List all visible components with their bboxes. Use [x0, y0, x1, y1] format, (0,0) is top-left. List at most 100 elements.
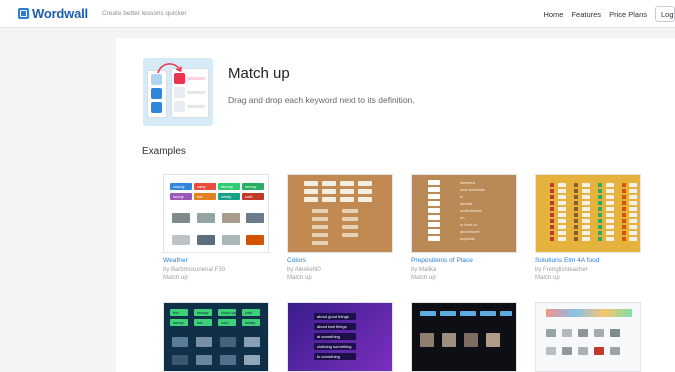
dark-chip — [460, 311, 476, 316]
food-column — [558, 183, 566, 243]
purple-chip: about bad things — [314, 323, 356, 330]
example-type: Match up — [163, 275, 188, 281]
color-word — [312, 209, 328, 213]
example-thumbnail-neon[interactable]: hot snowy cloud up cold sunny hot cool w… — [163, 302, 269, 372]
neon-photo — [196, 337, 212, 347]
weather-chip: windy — [218, 193, 240, 200]
food-column — [629, 183, 637, 243]
prep-image — [428, 208, 440, 213]
color-word — [312, 233, 328, 237]
weather-chip: cloudy — [170, 183, 192, 190]
color-card — [322, 197, 336, 202]
dark-photo — [442, 333, 456, 347]
illustration-line — [187, 91, 205, 94]
color-card — [304, 197, 318, 202]
example-thumbnail-dark[interactable] — [411, 302, 517, 372]
weather-photo — [246, 213, 264, 223]
template-title: Match up — [228, 65, 290, 82]
weather-chip: hot — [194, 193, 216, 200]
neon-chip: hot — [170, 309, 188, 316]
neon-chip: hot — [194, 319, 212, 326]
example-thumbnail-food[interactable] — [535, 174, 641, 253]
food-column — [582, 183, 590, 243]
nav-features[interactable]: Features — [571, 10, 601, 19]
neon-chip: cold — [242, 309, 260, 316]
prep-image — [428, 180, 440, 185]
example-title-colors[interactable]: Colors — [287, 257, 306, 264]
examples-heading: Examples — [142, 146, 186, 157]
neon-photo — [220, 337, 236, 347]
color-card — [358, 189, 372, 194]
color-card — [304, 181, 318, 186]
weather-photo — [197, 213, 215, 223]
example-type: Match up — [535, 275, 560, 281]
login-button[interactable]: Log — [655, 6, 675, 22]
neon-photo — [196, 355, 212, 365]
template-description: Drag and drop each keyword next to its d… — [228, 95, 415, 105]
example-title-weather[interactable]: Weather — [163, 257, 188, 264]
illustration-line — [187, 105, 205, 108]
light-photo — [578, 347, 588, 355]
neon-photo — [220, 355, 236, 365]
prep-image — [428, 187, 440, 192]
weather-chip: snowy — [242, 183, 264, 190]
light-photo — [546, 329, 556, 337]
example-type: Match up — [287, 275, 312, 281]
light-photo — [594, 329, 604, 337]
light-photo — [562, 329, 572, 337]
example-author: by Frenglishteacher — [535, 267, 588, 273]
nav-home[interactable]: Home — [543, 10, 563, 19]
food-column — [622, 183, 626, 243]
dark-photo — [464, 333, 478, 347]
main-nav: Home Features Price Plans Log — [543, 0, 675, 28]
dark-chip — [480, 311, 496, 316]
weather-photo — [222, 213, 240, 223]
color-card — [340, 181, 354, 186]
prep-image — [428, 201, 440, 206]
light-photo — [562, 347, 572, 355]
color-word — [342, 217, 358, 221]
light-photo — [610, 347, 620, 355]
example-thumbnail-light[interactable] — [535, 302, 641, 372]
example-title-prepositions[interactable]: Prepositions of Place — [411, 257, 473, 264]
dark-chip — [500, 311, 512, 316]
weather-chip: cold — [242, 193, 264, 200]
illustration-block — [151, 102, 162, 113]
prep-word: in — [460, 194, 464, 199]
neon-photo — [244, 355, 260, 365]
prep-image — [428, 215, 440, 220]
purple-chip: at something — [314, 333, 356, 340]
example-thumbnail-weather[interactable]: cloudy rainy stormy snowy sunny hot wind… — [163, 174, 269, 253]
wordwall-logo[interactable]: Wordwall — [18, 6, 88, 21]
prep-word: opposite — [460, 236, 476, 241]
example-title-food[interactable]: Solutions Elm 4A food — [535, 257, 600, 264]
neon-photo — [244, 337, 260, 347]
color-word — [312, 241, 328, 245]
illustration-block — [174, 101, 185, 112]
dark-photo — [420, 333, 434, 347]
prep-image — [428, 194, 440, 199]
dark-photo — [486, 333, 500, 347]
example-author: by Malika — [411, 267, 437, 273]
neon-photo — [172, 337, 188, 347]
example-thumbnail-colors[interactable] — [287, 174, 393, 253]
neon-chip: cool — [218, 319, 236, 326]
curved-arrow-icon — [157, 63, 182, 74]
weather-photo — [197, 235, 215, 245]
weather-chip: stormy — [218, 183, 240, 190]
color-card — [322, 189, 336, 194]
template-content: Match up Drag and drop each keyword next… — [116, 38, 675, 372]
weather-photo — [172, 235, 190, 245]
example-thumbnail-prepositions[interactable]: between next to/beside in behind under/b… — [411, 174, 517, 253]
color-word — [342, 225, 358, 229]
weather-chip: rainy — [194, 183, 216, 190]
illustration-block — [174, 87, 185, 98]
purple-chip: about good things — [314, 313, 356, 320]
nav-price-plans[interactable]: Price Plans — [609, 10, 647, 19]
example-author: by Alexkehl0 — [287, 267, 321, 273]
color-word — [342, 209, 358, 213]
color-card — [340, 197, 354, 202]
dark-chip — [440, 311, 456, 316]
neon-chip: sunny — [170, 319, 188, 326]
example-thumbnail-purple[interactable]: about good things about bad things at so… — [287, 302, 393, 372]
